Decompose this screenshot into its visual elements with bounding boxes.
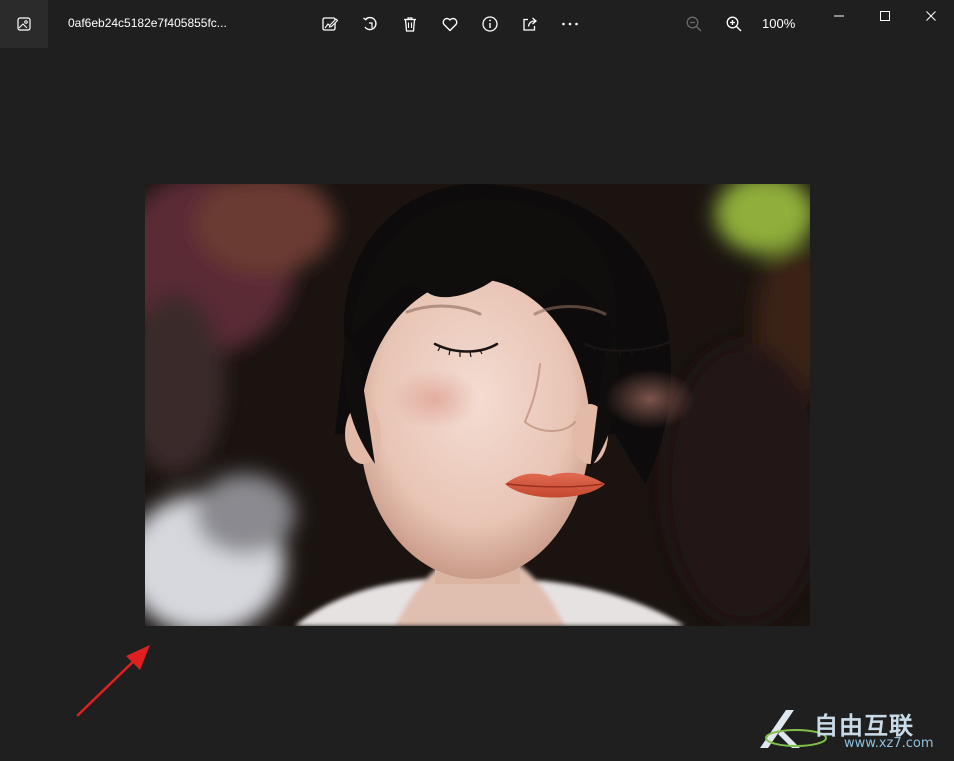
share-icon[interactable] — [516, 10, 544, 38]
zoom-in-icon[interactable] — [720, 10, 748, 38]
maximize-icon[interactable] — [862, 0, 908, 32]
app-photos-icon[interactable] — [0, 0, 48, 48]
minimize-icon[interactable] — [816, 0, 862, 32]
rotate-icon[interactable] — [356, 10, 384, 38]
displayed-photo[interactable] — [145, 184, 810, 626]
title-bar: 0af6eb24c5182e7f405855fc... 100% — [0, 0, 954, 48]
favorite-icon[interactable] — [436, 10, 464, 38]
watermark-url: www.xz7.com — [844, 736, 934, 751]
more-icon[interactable] — [556, 10, 584, 38]
watermark-logo: 自由互联 www.xz7.com — [752, 700, 952, 758]
edit-image-icon[interactable] — [316, 10, 344, 38]
close-icon[interactable] — [908, 0, 954, 32]
zoom-level-label[interactable]: 100% — [762, 16, 795, 31]
zoom-out-icon[interactable] — [680, 10, 708, 38]
delete-icon[interactable] — [396, 10, 424, 38]
file-name: 0af6eb24c5182e7f405855fc... — [68, 16, 227, 30]
info-icon[interactable] — [476, 10, 504, 38]
